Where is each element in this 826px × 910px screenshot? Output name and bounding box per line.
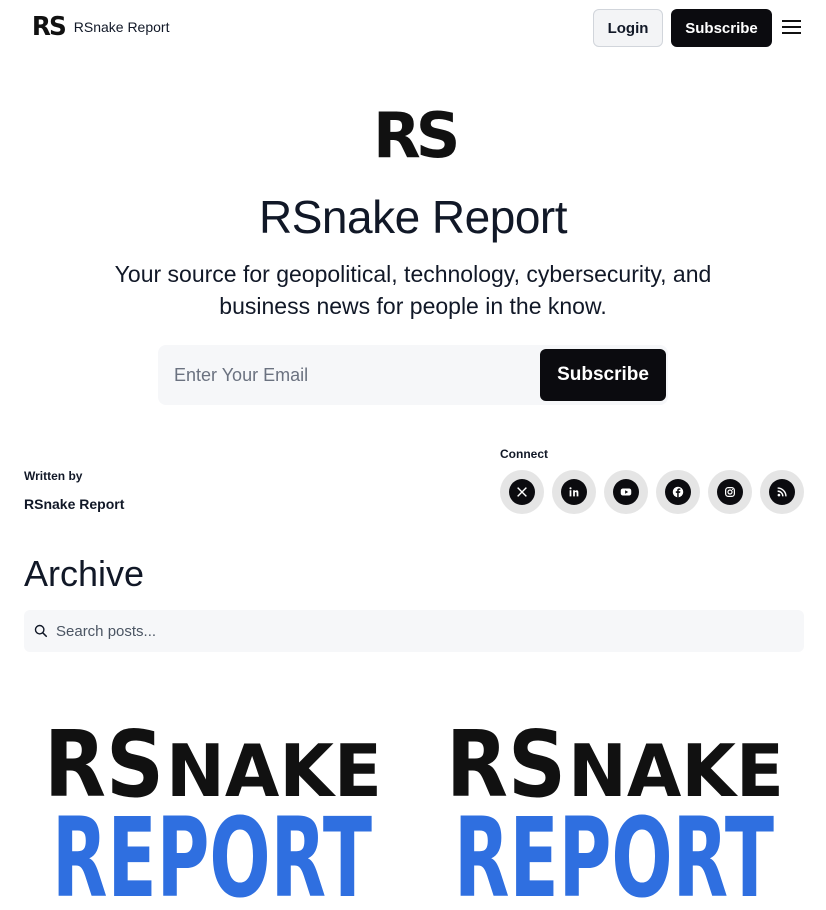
- instagram-icon: [717, 479, 743, 505]
- hamburger-menu-icon[interactable]: [782, 20, 802, 36]
- instagram-link[interactable]: [708, 470, 752, 514]
- facebook-link[interactable]: [656, 470, 700, 514]
- post-card[interactable]: RS NAKE REPORT: [38, 700, 390, 910]
- linkedin-link[interactable]: [552, 470, 596, 514]
- thumb-report-text: REPORT: [454, 794, 774, 910]
- post-card[interactable]: RS NAKE REPORT: [440, 700, 792, 910]
- page-title: RSnake Report: [259, 191, 568, 243]
- page-subtitle: Your source for geopolitical, technology…: [114, 261, 712, 319]
- post-thumbnail-image: RS NAKE REPORT: [44, 711, 382, 910]
- post-thumbnail-image: RS NAKE REPORT: [446, 711, 784, 910]
- author-name: RSnake Report: [24, 496, 125, 512]
- nav-subscribe-button[interactable]: Subscribe: [671, 9, 772, 47]
- search-input[interactable]: [56, 610, 796, 652]
- email-subscribe-button[interactable]: Subscribe: [540, 349, 666, 401]
- top-nav: RS RSnake Report Login Subscribe: [0, 0, 826, 56]
- email-subscribe-form: Subscribe: [158, 345, 668, 405]
- linkedin-icon: [561, 479, 587, 505]
- search-box: [24, 610, 804, 652]
- written-by-label: Written by: [24, 469, 83, 483]
- youtube-icon: [613, 479, 639, 505]
- rss-link[interactable]: [760, 470, 804, 514]
- rss-icon: [769, 479, 795, 505]
- hero-logo: RS: [373, 99, 460, 172]
- facebook-icon: [665, 479, 691, 505]
- search-icon: [34, 624, 48, 638]
- brand-logo: RS: [31, 12, 67, 42]
- login-button[interactable]: Login: [593, 9, 663, 47]
- brand-link[interactable]: RS RSnake Report: [31, 12, 170, 42]
- youtube-link[interactable]: [604, 470, 648, 514]
- social-links: [500, 470, 804, 514]
- email-input[interactable]: [158, 345, 538, 405]
- x-icon: [509, 479, 535, 505]
- connect-label: Connect: [500, 447, 548, 461]
- thumb-report-text: REPORT: [52, 794, 372, 910]
- x-link[interactable]: [500, 470, 544, 514]
- brand-name: RSnake Report: [73, 19, 170, 35]
- archive-title: Archive: [24, 553, 145, 594]
